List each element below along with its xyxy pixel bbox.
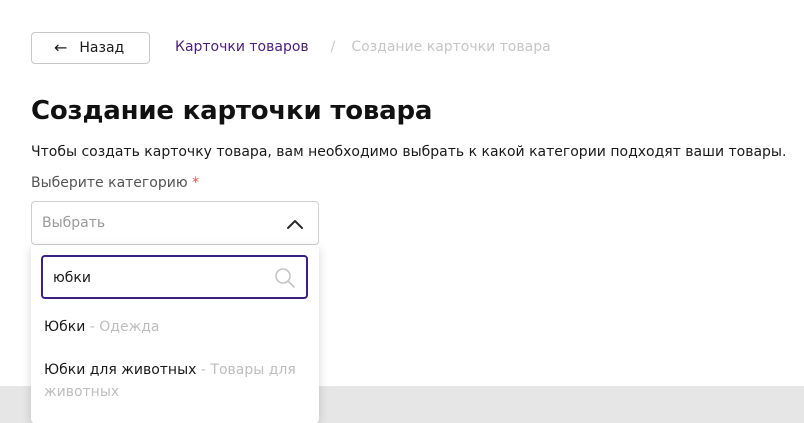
category-search-input[interactable]	[53, 267, 273, 289]
category-select[interactable]: Выбрать	[31, 201, 319, 245]
arrow-left-icon: ←	[54, 38, 68, 57]
breadcrumb-separator: /	[330, 39, 336, 55]
page-title: Создание карточки товара	[31, 96, 433, 126]
back-button[interactable]: ← Назад	[31, 32, 150, 64]
option-category: - Одежда	[85, 319, 160, 335]
dropdown-option[interactable]: Юбки - Одежда	[44, 316, 306, 338]
chevron-up-icon[interactable]	[286, 215, 304, 233]
page-description: Чтобы создать карточку товара, вам необх…	[31, 144, 787, 160]
category-select-placeholder: Выбрать	[42, 215, 106, 231]
category-dropdown: Юбки - Одежда Юбки для животных - Товары…	[31, 245, 319, 423]
breadcrumb-link-cards[interactable]: Карточки товаров	[175, 39, 309, 55]
breadcrumb-current: Создание карточки товара	[351, 39, 551, 55]
option-name: Юбки для животных	[44, 362, 197, 378]
search-icon	[275, 268, 295, 288]
required-mark: *	[192, 175, 200, 191]
category-search-field[interactable]	[41, 255, 308, 299]
dropdown-option[interactable]: Юбки для животных - Товары для животных	[44, 359, 306, 403]
category-field-label: Выберите категорию *	[31, 175, 199, 191]
category-label-text: Выберите категорию	[31, 175, 188, 191]
option-name: Юбки	[44, 319, 86, 335]
page: ← Назад Карточки товаров / Создание карт…	[0, 0, 804, 423]
back-button-label: Назад	[79, 40, 125, 56]
breadcrumb: Карточки товаров / Создание карточки тов…	[175, 39, 551, 55]
